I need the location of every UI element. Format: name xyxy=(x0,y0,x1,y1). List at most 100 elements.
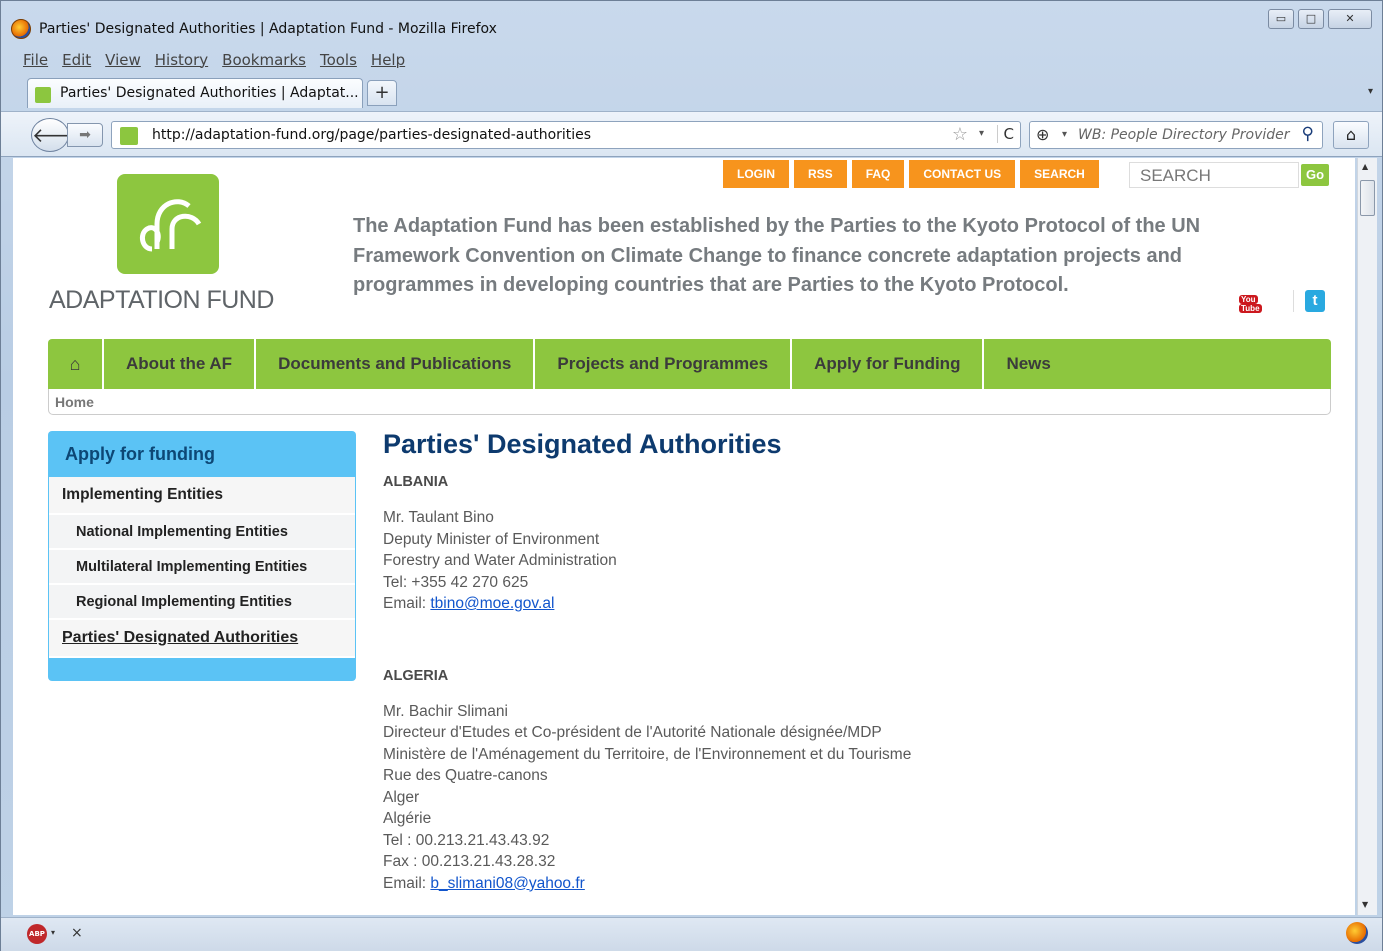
country-heading: ALBANIA xyxy=(383,474,449,490)
menu-history[interactable]: History xyxy=(155,51,208,71)
site-search-input[interactable]: SEARCH xyxy=(1129,162,1299,188)
page-title: Parties' Designated Authorities xyxy=(383,429,782,459)
adblock-plus-icon[interactable]: ABP xyxy=(27,924,47,944)
tab-title: Parties' Designated Authorities | Adapta… xyxy=(60,85,359,101)
browser-search-bar[interactable]: ⊕ ▾ WB: People Directory Provider ⚲ xyxy=(1029,121,1323,149)
list-tabs-icon[interactable]: ▾ xyxy=(1368,86,1373,97)
menu-edit[interactable]: Edit xyxy=(62,51,91,71)
search-link[interactable]: SEARCH xyxy=(1020,160,1099,188)
main-content: Parties' Designated Authorities ALBANIA … xyxy=(383,429,1313,894)
search-engine-globe-icon[interactable]: ⊕ xyxy=(1036,125,1049,144)
firefox-icon xyxy=(11,19,31,39)
country-heading: ALGERIA xyxy=(383,667,449,684)
contact-line: Rue des Quatre-canons xyxy=(383,767,548,784)
menu-help[interactable]: Help xyxy=(371,51,405,71)
page-viewport: ADAPTATION FUND LOGIN RSS FAQ CONTACT US… xyxy=(13,158,1355,915)
bookmark-star-icon[interactable]: ☆ xyxy=(952,124,968,145)
scroll-thumb[interactable] xyxy=(1360,180,1375,216)
email-line: Email: tbino@moe.gov.al xyxy=(383,593,1313,615)
email-link[interactable]: tbino@moe.gov.al xyxy=(430,595,554,612)
title-bar: Parties' Designated Authorities | Adapta… xyxy=(1,1,1382,43)
email-label: Email: xyxy=(383,595,431,612)
home-button[interactable]: ⌂ xyxy=(1333,121,1369,149)
reload-icon[interactable]: C xyxy=(996,125,1014,143)
email-link[interactable]: b_slimani08@yahoo.fr xyxy=(430,875,584,892)
contact-line: Fax : 00.213.21.43.28.32 xyxy=(383,853,556,870)
site-tagline: The Adaptation Fund has been established… xyxy=(353,215,1201,296)
email-label: Email: xyxy=(383,874,431,892)
faq-link[interactable]: FAQ xyxy=(851,160,905,188)
nav-home-icon[interactable]: ⌂ xyxy=(48,339,104,389)
site-favicon-icon xyxy=(120,127,138,145)
menu-bar: File Edit View History Bookmarks Tools H… xyxy=(23,51,405,71)
search-icon[interactable]: ⚲ xyxy=(1302,124,1314,144)
close-icon[interactable]: × xyxy=(71,925,83,941)
window-title: Parties' Designated Authorities | Adapta… xyxy=(39,21,497,37)
sidebar-item-implementing-entities[interactable]: Implementing Entities xyxy=(49,477,355,515)
twitter-icon[interactable]: t xyxy=(1293,290,1325,312)
sidebar-item-multilateral[interactable]: Multilateral Implementing Entities xyxy=(49,550,355,585)
tab-active[interactable]: Parties' Designated Authorities | Adapta… xyxy=(27,78,363,108)
nav-documents[interactable]: Documents and Publications xyxy=(256,339,536,389)
site-favicon-icon xyxy=(35,87,51,103)
scroll-down-icon[interactable]: ▼ xyxy=(1362,900,1368,909)
close-window-button[interactable]: ✕ xyxy=(1328,9,1372,29)
contact-line: Mr. Taulant Bino xyxy=(383,509,494,526)
window-controls: ▭ □ ✕ xyxy=(1268,9,1372,29)
url-history-dropdown-icon[interactable]: ▾ xyxy=(979,128,984,139)
menu-tools[interactable]: Tools xyxy=(320,51,357,71)
maximize-button[interactable]: □ xyxy=(1298,9,1324,29)
logo-text: ADAPTATION FUND xyxy=(49,286,274,314)
nav-about[interactable]: About the AF xyxy=(104,339,257,389)
youtube-icon[interactable]: You Tube xyxy=(1239,295,1275,313)
new-tab-button[interactable]: + xyxy=(367,80,397,106)
contact-line: Algérie xyxy=(383,810,432,827)
email-line: Email: b_slimani08@yahoo.fr xyxy=(383,873,1313,895)
contact-line: Directeur d'Etudes et Co-président de l'… xyxy=(383,724,882,741)
sidebar: Apply for funding Implementing Entities … xyxy=(48,431,356,681)
vertical-scrollbar[interactable]: ▲ ▼ xyxy=(1357,158,1377,915)
entry-albania: ALBANIA Mr. Taulant Bino Deputy Minister… xyxy=(383,474,1313,615)
go-button[interactable]: Go xyxy=(1301,164,1329,186)
logo-sprout-icon xyxy=(139,199,202,252)
menu-bookmarks[interactable]: Bookmarks xyxy=(222,51,306,71)
sidebar-item-regional[interactable]: Regional Implementing Entities xyxy=(49,585,355,620)
nav-projects[interactable]: Projects and Programmes xyxy=(535,339,793,389)
contact-line: Forestry and Water Administration xyxy=(383,552,617,569)
browser-window: Parties' Designated Authorities | Adapta… xyxy=(0,0,1383,951)
menu-view[interactable]: View xyxy=(105,51,141,71)
url-bar[interactable]: http://adaptation-fund.org/page/parties-… xyxy=(111,121,1021,149)
navigation-toolbar: 🡐 ➡ http://adaptation-fund.org/page/part… xyxy=(1,111,1382,157)
contact-line: Ministère de l'Aménagement du Territoire… xyxy=(383,745,912,763)
contact-us-link[interactable]: CONTACT US xyxy=(909,160,1016,188)
sidebar-header[interactable]: Apply for funding xyxy=(48,431,356,477)
contact-line: Tel : 00.213.21.43.43.92 xyxy=(383,831,550,849)
nav-news[interactable]: News xyxy=(984,339,1072,389)
firefox-status-icon[interactable] xyxy=(1346,922,1368,944)
url-text[interactable]: http://adaptation-fund.org/page/parties-… xyxy=(152,127,591,143)
scroll-up-icon[interactable]: ▲ xyxy=(1362,162,1368,171)
youtube-tube-text: Tube xyxy=(1239,304,1262,313)
browser-search-placeholder: WB: People Directory Provider xyxy=(1078,127,1290,143)
contact-line: Tel: +355 42 270 625 xyxy=(383,573,529,591)
login-link[interactable]: LOGIN xyxy=(723,160,789,188)
breadcrumb: Home xyxy=(48,389,1331,415)
adblock-dropdown-icon[interactable]: ▾ xyxy=(51,928,55,937)
breadcrumb-home[interactable]: Home xyxy=(55,394,94,410)
status-bar: ABP ▾ × xyxy=(1,917,1382,951)
back-button[interactable]: 🡐 xyxy=(31,118,86,152)
sidebar-item-national[interactable]: National Implementing Entities xyxy=(49,515,355,550)
rss-link[interactable]: RSS xyxy=(794,160,847,188)
contact-line: Mr. Bachir Slimani xyxy=(383,702,508,720)
menu-file[interactable]: File xyxy=(23,51,48,71)
nav-apply[interactable]: Apply for Funding xyxy=(792,339,985,389)
minimize-button[interactable]: ▭ xyxy=(1268,9,1294,29)
forward-button[interactable]: ➡ xyxy=(67,123,103,147)
search-engine-dropdown-icon[interactable]: ▾ xyxy=(1062,129,1067,140)
contact-line: Deputy Minister of Environment xyxy=(383,530,600,548)
entry-algeria: ALGERIA Mr. Bachir Slimani Directeur d'E… xyxy=(383,668,1313,895)
adaptation-fund-logo[interactable] xyxy=(117,174,219,274)
main-navigation: ⌂ About the AF Documents and Publication… xyxy=(48,339,1331,389)
sidebar-item-parties-designated-authorities[interactable]: Parties' Designated Authorities xyxy=(49,620,355,658)
tab-bar: Parties' Designated Authorities | Adapta… xyxy=(27,78,1373,108)
